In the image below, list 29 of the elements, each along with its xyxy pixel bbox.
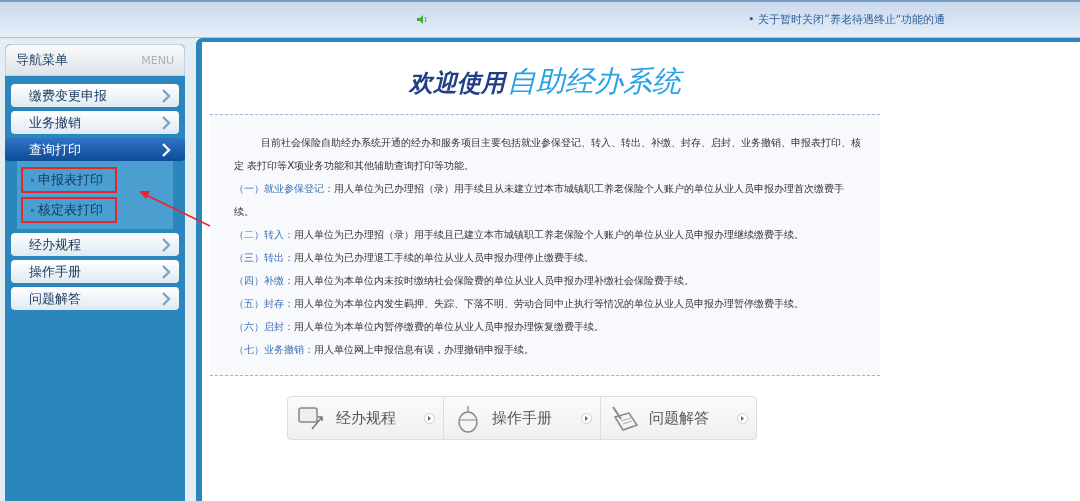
quick-link-button[interactable]: 经办规程 bbox=[288, 397, 445, 439]
chevron-icon bbox=[161, 115, 171, 130]
service-description: （一）就业参保登记：用人单位为已办理招（录）用手续且从未建立过本市城镇职工养老保险个人账户的单位从业人员申报办理首次缴费手续。 bbox=[234, 181, 845, 219]
menu-item[interactable]: 经办规程 bbox=[11, 233, 179, 256]
chevron-icon bbox=[161, 291, 171, 306]
menu-title: 导航菜单 bbox=[16, 51, 68, 69]
chevron-icon bbox=[161, 237, 171, 252]
chevron-icon bbox=[161, 142, 171, 157]
service-description: （七）业务撤销：用人单位网上申报信息有误，办理撤销申报手续。 bbox=[234, 342, 535, 357]
menu-item[interactable]: 操作手册 bbox=[11, 260, 179, 283]
menu-item[interactable]: 业务撤销 bbox=[11, 111, 179, 134]
quick-link-button[interactable]: 操作手册 bbox=[444, 397, 601, 439]
menu-item[interactable]: 缴费变更申报 bbox=[11, 84, 179, 107]
menu-label: MENU bbox=[141, 53, 174, 67]
quick-link-button[interactable]: 问题解答 bbox=[600, 397, 756, 439]
menu-item[interactable]: 查询打印 bbox=[5, 138, 185, 161]
submenu-item[interactable]: 申报表打印 bbox=[21, 167, 117, 193]
chevron-icon bbox=[161, 264, 171, 279]
notice-link[interactable]: • 关于暂时关闭“养老待遇终止”功能的通 bbox=[748, 12, 946, 27]
service-description: （二）转入：用人单位为已办理招（录）用手续且已建立本市城镇职工养老保险个人账户的单位从业人员申报办理继续缴费手续。 bbox=[234, 227, 805, 242]
service-description: （四）补缴：用人单位为本单位内未按时缴纳社会保险费的单位从业人员申报办理补缴社会保险费手续。 bbox=[234, 273, 695, 288]
service-description: （六）启封：用人单位为本单位内暂停缴费的单位从业人员申报办理恢复缴费手续。 bbox=[234, 319, 605, 334]
submenu-item[interactable]: 核定表打印 bbox=[21, 197, 117, 223]
service-description: （三）转出：用人单位为已办理退工手续的单位从业人员申报办理停止缴费手续。 bbox=[234, 250, 595, 265]
chevron-icon bbox=[161, 88, 171, 103]
intro-paragraph: 目前社会保险自助经办系统开通的经办和服务项目主要包括就业参保登记、转入、转出、补缴、封存、启封、业务撤销、申报表打印、核定 表打印等X项业务功能和其他辅助查询打印等功能。 bbox=[234, 135, 862, 173]
speaker-icon bbox=[416, 14, 428, 25]
service-description: （五）封存：用人单位为本单位内发生羁押、失踪、下落不明、劳动合同中止执行等情况的单位从业人员申报办理暂停缴费手续。 bbox=[234, 296, 805, 311]
menu-item[interactable]: 问题解答 bbox=[11, 287, 179, 310]
